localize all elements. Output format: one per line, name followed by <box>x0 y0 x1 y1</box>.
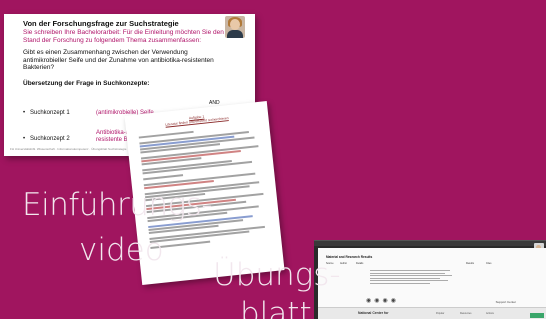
bullet-icon: • <box>23 136 26 142</box>
bullet-icon: • <box>23 110 26 116</box>
slide-title: Von der Forschungsfrage zur Suchstrategi… <box>23 19 179 28</box>
label-intro-video-line2: video <box>79 232 164 268</box>
share-icons[interactable]: ◉◉◉◉ <box>366 297 399 304</box>
label-intro-video-line1: Einführungs- <box>22 187 213 223</box>
database-screenshot-thumbnail[interactable]: Material and Research Results Source Aut… <box>314 240 546 319</box>
footer-link[interactable]: Popular <box>436 312 444 315</box>
window-toolbar <box>314 241 546 246</box>
slide-subtitle: Sie schreiben Ihre Bachelorarbeit: Für d… <box>23 29 224 44</box>
footer-link[interactable]: Resources <box>460 312 471 315</box>
column-header: Results <box>466 262 474 265</box>
slide-translation-heading: Übersetzung der Frage in Suchkonzepte: <box>23 80 150 87</box>
slide-footer: FH Universitätsbibl. Wissenschaft · Info… <box>10 147 127 151</box>
screenshot-page: Material and Research Results Source Aut… <box>318 248 546 319</box>
slide-question: Gibt es einen Zusammenhang zwischen der … <box>23 49 214 71</box>
label-worksheet-line2: blatt <box>240 296 312 319</box>
column-header: Details <box>356 262 364 265</box>
column-header: Author <box>340 262 348 265</box>
concept2-label: Suchkonzept 2 <box>30 136 70 142</box>
footer-link[interactable]: Actions <box>486 312 494 315</box>
collage-background: Von der Forschungsfrage zur Suchstrategi… <box>0 0 546 319</box>
label-worksheet-line1: Übungs- <box>213 257 341 293</box>
concept1-label: Suchkonzept 1 <box>30 110 70 116</box>
column-header: Cites <box>486 262 492 265</box>
results-table-header: Source Author Details Results Cites <box>326 262 538 267</box>
green-button[interactable] <box>530 313 544 318</box>
screenshot-footer: National Center for Popular Resources Ac… <box>318 307 546 319</box>
footer-org: National Center for <box>358 311 389 315</box>
support-center-link[interactable]: Support Center <box>496 300 516 304</box>
text-line <box>143 174 184 180</box>
